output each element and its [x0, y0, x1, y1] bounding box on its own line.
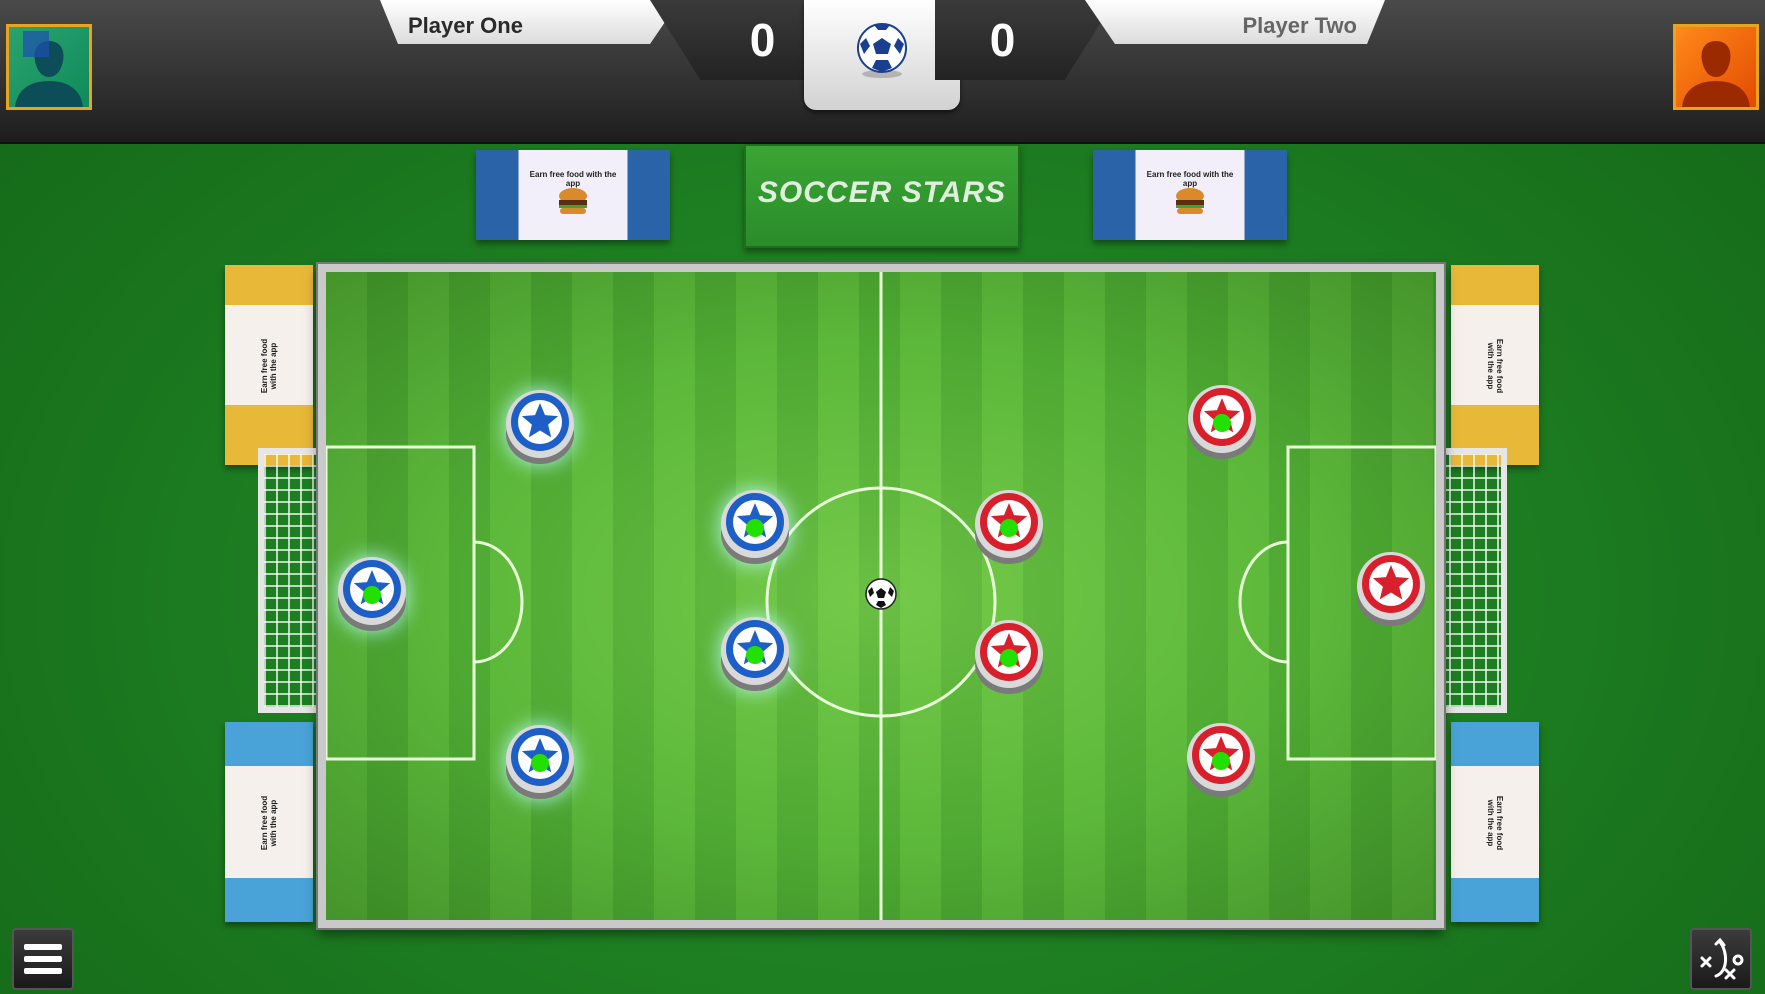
ad-caption: Earn free food with the app	[1486, 795, 1504, 851]
player-two-name: Player Two	[1085, 0, 1385, 44]
ad-banner-side-top-right: Earn free food with the app	[1451, 265, 1539, 465]
blue-team-piece[interactable]	[499, 719, 581, 801]
burger-icon	[559, 188, 587, 214]
scoreboard-bar: Player One 0 0 Player Two	[0, 0, 1765, 144]
silhouette-icon	[15, 31, 83, 107]
red-team-piece[interactable]	[1180, 717, 1262, 799]
red-team-piece[interactable]	[1181, 379, 1263, 461]
soccer-ball[interactable]	[864, 577, 898, 611]
ad-caption: Earn free food with the app	[260, 795, 278, 851]
player-two-avatar[interactable]	[1673, 24, 1759, 110]
ad-banner-side-top-left: Earn free food with the app	[225, 265, 313, 465]
red-team-piece[interactable]	[1350, 546, 1432, 628]
player-one-avatar[interactable]	[6, 24, 92, 110]
ad-banner-side-bottom-left: Earn free food with the app	[225, 722, 313, 922]
ad-banner-top-left: Earn free food with the app	[476, 150, 670, 240]
player-two-score-value: 0	[989, 14, 1016, 66]
ad-banner-side-bottom-right: Earn free food with the app	[1451, 722, 1539, 922]
ad-caption: Earn free food with the app	[260, 338, 278, 394]
tactics-play-icon	[1700, 937, 1744, 980]
ad-banner-top-right: Earn free food with the app	[1093, 150, 1287, 240]
game-scene: Player One 0 0 Player Two Earn free food…	[0, 0, 1765, 994]
player-one-score-value: 0	[749, 14, 776, 66]
blue-team-piece[interactable]	[331, 551, 413, 633]
player-two-score: 0	[935, 0, 1115, 80]
soccer-ball-icon	[857, 23, 907, 78]
player-one-name: Player One	[380, 0, 680, 44]
menu-button[interactable]	[12, 928, 74, 990]
soccer-stars-logo-banner: SOCCER STARS	[744, 144, 1020, 248]
logo-text: SOCCER STARS	[757, 176, 1007, 209]
blue-team-piece[interactable]	[499, 384, 581, 466]
ad-caption: Earn free food with the app	[1486, 338, 1504, 394]
red-team-piece[interactable]	[968, 614, 1050, 696]
hamburger-menu-icon	[24, 944, 62, 974]
burger-icon	[1176, 188, 1204, 214]
blue-team-piece[interactable]	[714, 611, 796, 693]
tactics-button[interactable]	[1690, 928, 1752, 990]
red-team-piece[interactable]	[968, 484, 1050, 566]
silhouette-icon	[1682, 41, 1750, 107]
blue-team-piece[interactable]	[714, 484, 796, 566]
goal-right	[1437, 448, 1507, 713]
player-one-score: 0	[650, 0, 830, 80]
